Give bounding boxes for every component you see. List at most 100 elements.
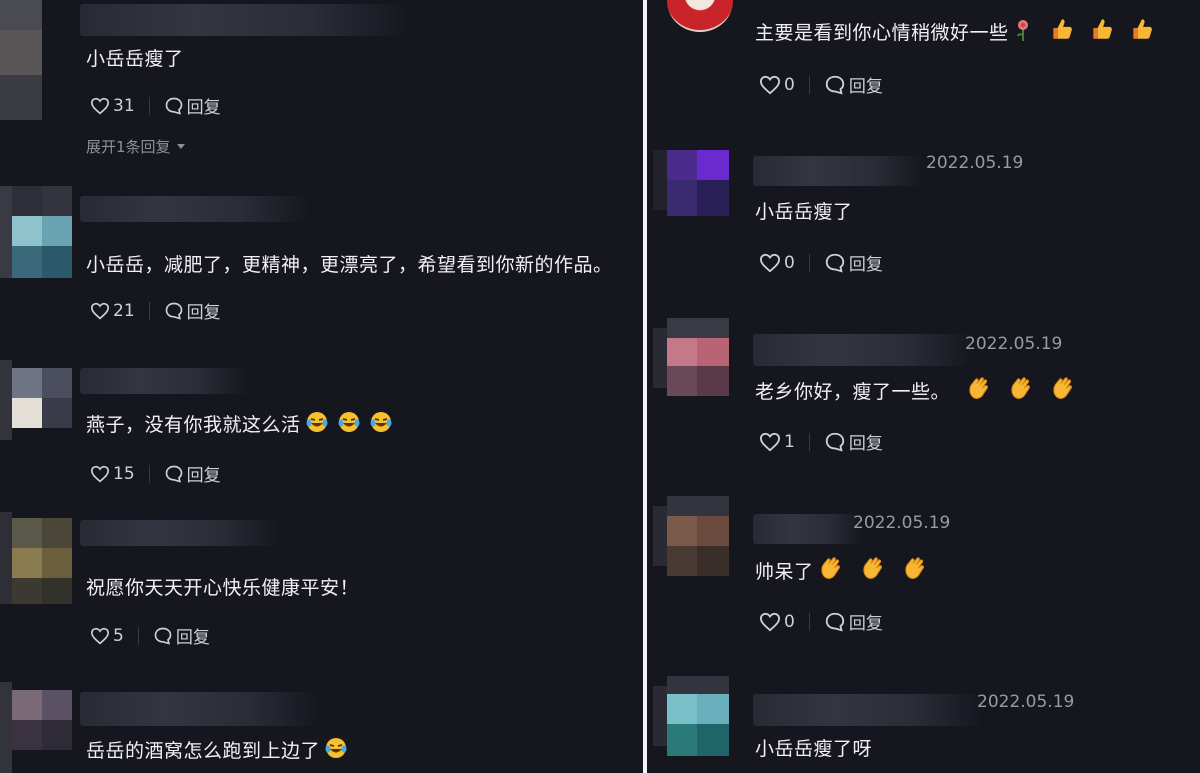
clapping-hands-emoji: [862, 557, 882, 579]
avatar[interactable]: [0, 512, 72, 604]
reply-button[interactable]: 回复: [824, 250, 883, 275]
avatar[interactable]: [653, 318, 729, 398]
avatar[interactable]: [653, 676, 729, 760]
thumbs-up-emoji: [1092, 19, 1112, 39]
clapping-hands-emoji: [969, 377, 988, 399]
avatar[interactable]: [0, 360, 72, 440]
reply-button[interactable]: 回复: [824, 429, 883, 454]
like-button[interactable]: 15: [90, 464, 135, 484]
comment-body: 主要是看到你心情稍微好一些: [755, 22, 1009, 44]
username-blurred[interactable]: [80, 692, 320, 726]
heart-outline-icon: [90, 465, 110, 482]
avatar[interactable]: [653, 140, 729, 220]
comment-text: 祝愿你天天开心快乐健康平安！: [86, 577, 360, 599]
speech-bubble-icon: [825, 432, 844, 452]
clapping-hands-emoji: [1011, 377, 1030, 399]
like-button[interactable]: 31: [90, 96, 135, 116]
reply-button[interactable]: 回复: [164, 298, 221, 323]
reply-label: 回复: [848, 77, 883, 97]
avatar[interactable]: [0, 0, 42, 120]
tears-of-joy-emoji: [306, 412, 328, 432]
comment-text: 岳岳的酒窝怎么跑到上边了: [86, 736, 348, 763]
like-button[interactable]: 1: [759, 432, 795, 452]
like-count: 1: [784, 431, 795, 452]
like-count: 0: [784, 611, 795, 632]
comment-text: 小岳岳瘦了: [86, 48, 184, 70]
comment-actions: 21 回复: [90, 298, 221, 323]
expand-replies-button[interactable]: 展开1条回复: [86, 136, 185, 157]
like-button[interactable]: 0: [759, 253, 795, 273]
reply-button[interactable]: 回复: [164, 93, 221, 118]
tears-of-joy-emoji: [370, 412, 392, 432]
avatar[interactable]: [0, 682, 72, 773]
username-blurred[interactable]: [753, 156, 923, 186]
comment-date: 2022.05.19: [977, 692, 1075, 712]
speech-bubble-icon: [825, 75, 844, 95]
reply-button[interactable]: 回复: [153, 623, 210, 648]
comment-text: 小岳岳瘦了: [755, 201, 853, 223]
right-comment-panel: 主要是看到你心情稍微好一些 0 回复 2022.05.19 小岳岳瘦了 0 回复: [647, 0, 1200, 773]
reply-button[interactable]: 回复: [164, 461, 221, 486]
comment-body: 燕子，没有你我就这么活: [86, 414, 301, 436]
comment-text: 老乡你好，瘦了一些。: [755, 375, 1076, 404]
thumbs-up-emoji: [1052, 19, 1072, 39]
comment-text: 主要是看到你心情稍微好一些: [755, 16, 1155, 45]
comment-body: 老乡你好，瘦了一些。: [755, 381, 951, 403]
comment-text: 小岳岳，减肥了，更精神，更漂亮了，希望看到你新的作品。: [86, 254, 613, 276]
reply-label: 回复: [848, 434, 883, 454]
speech-bubble-icon: [165, 302, 182, 320]
like-button[interactable]: 0: [759, 75, 795, 95]
like-button[interactable]: 21: [90, 301, 135, 321]
comment-date: 2022.05.19: [926, 153, 1024, 173]
tears-of-joy-emoji: [325, 738, 347, 758]
clapping-hands-emoji: [904, 557, 924, 579]
comment-text: 燕子，没有你我就这么活: [86, 410, 393, 437]
comment-actions: 1 回复: [759, 429, 883, 454]
reply-button[interactable]: 回复: [824, 609, 883, 634]
username-blurred[interactable]: [80, 520, 280, 546]
like-count: 5: [113, 625, 124, 646]
tears-of-joy-emoji: [338, 412, 360, 432]
like-count: 21: [113, 300, 135, 321]
avatar[interactable]: [0, 186, 72, 278]
heart-outline-icon: [90, 302, 110, 319]
like-count: 0: [784, 74, 795, 95]
comment-actions: 31 回复: [90, 93, 221, 118]
username-blurred[interactable]: [753, 514, 863, 544]
speech-bubble-icon: [154, 627, 172, 645]
username-blurred[interactable]: [753, 694, 983, 726]
rose-emoji: [1016, 20, 1028, 41]
avatar[interactable]: [667, 0, 733, 32]
heart-outline-icon: [90, 97, 110, 114]
heart-outline-icon: [90, 627, 110, 644]
reply-label: 回复: [848, 614, 883, 634]
like-count: 0: [784, 252, 795, 273]
caret-down-icon: [176, 144, 185, 149]
reply-button[interactable]: 回复: [824, 72, 883, 97]
heart-outline-icon: [759, 612, 781, 631]
comment-body: 岳岳的酒窝怎么跑到上边了: [86, 740, 321, 762]
username-blurred[interactable]: [80, 368, 250, 394]
reply-label: 回复: [186, 98, 221, 118]
left-comment-panel: 小岳岳瘦了 31 回复 展开1条回复 小岳岳，减肥了，更精神，更漂亮了，希望看到…: [0, 0, 643, 773]
thumbs-up-emoji: [1132, 19, 1152, 39]
reply-label: 回复: [848, 255, 883, 275]
avatar[interactable]: [653, 496, 729, 578]
clapping-hands-emoji: [820, 557, 840, 579]
clapping-hands-emoji: [1053, 377, 1072, 399]
comment-actions: 5 回复: [90, 623, 210, 648]
like-button[interactable]: 5: [90, 626, 124, 646]
speech-bubble-icon: [825, 253, 844, 273]
like-count: 31: [113, 95, 135, 116]
like-button[interactable]: 0: [759, 612, 795, 632]
speech-bubble-icon: [165, 97, 182, 115]
comment-date: 2022.05.19: [853, 513, 951, 533]
username-blurred[interactable]: [80, 4, 410, 36]
comment-actions: 0 回复: [759, 609, 883, 634]
reply-label: 回复: [186, 303, 221, 323]
comment-text: 小岳岳瘦了呀: [755, 738, 873, 760]
username-blurred[interactable]: [753, 334, 973, 366]
comment-body: 帅呆了: [755, 561, 814, 583]
heart-outline-icon: [759, 253, 781, 272]
username-blurred[interactable]: [80, 196, 310, 222]
